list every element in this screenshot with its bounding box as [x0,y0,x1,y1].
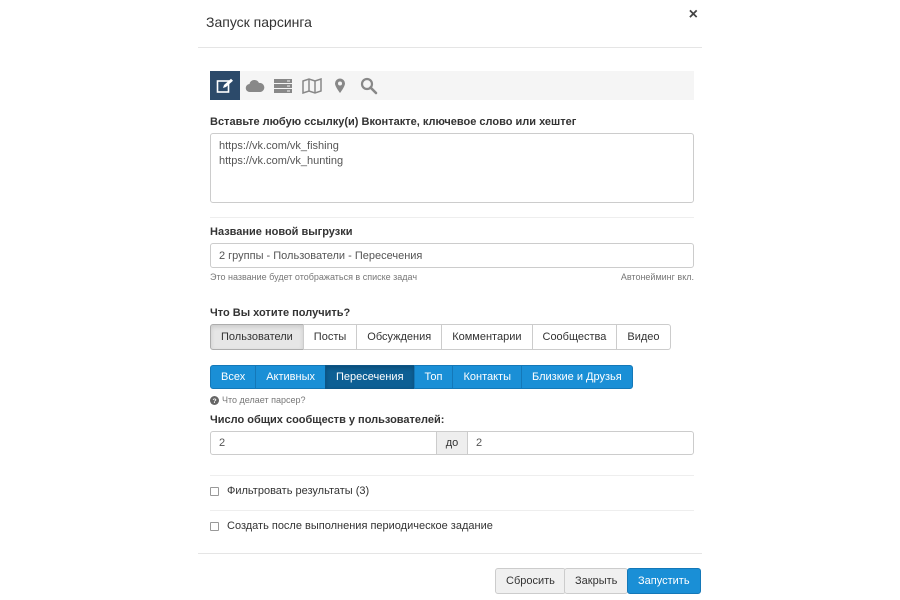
server-icon[interactable] [268,71,298,100]
close-button[interactable]: × [689,6,698,24]
export-name-hint: Это название будет отображаться в списке… [210,272,418,282]
range-separator: до [436,431,468,455]
mode-contacts[interactable]: Контакты [452,365,522,389]
parse-launch-modal: Запуск парсинга × Вставьте любую ссылку(… [198,0,702,600]
periodic-task-checkbox[interactable] [210,521,219,531]
periodic-task-label: Создать после выполнения периодическое з… [227,520,493,532]
content-type-group: Пользователи Посты Обсуждения Комментари… [210,324,671,350]
parser-mode-group: Всех Активных Пересечения Топ Контакты Б… [210,365,633,389]
common-groups-to-input[interactable] [467,431,694,455]
common-groups-label: Число общих сообществ у пользователей: [210,414,445,426]
start-button[interactable]: Запустить [627,568,701,594]
search-icon[interactable] [354,71,384,100]
autonaming-status: Автонейминг вкл. [620,272,694,282]
svg-text:?: ? [212,398,216,405]
divider [210,510,694,511]
reset-button[interactable]: Сбросить [495,568,566,594]
edit-icon[interactable] [210,71,240,100]
filter-results-row[interactable]: Фильтровать результаты (3) [210,485,369,497]
filter-results-label: Фильтровать результаты (3) [227,485,370,497]
mode-all[interactable]: Всех [210,365,257,389]
content-type-comments[interactable]: Комментарии [441,324,533,350]
links-label: Вставьте любую ссылку(и) Вконтакте, ключ… [210,116,577,128]
common-groups-from-input[interactable] [210,431,437,455]
filter-results-checkbox[interactable] [210,486,219,496]
content-type-users[interactable]: Пользователи [210,324,304,350]
modal-footer [198,553,702,554]
mode-intersections[interactable]: Пересечения [325,365,415,389]
cloud-icon[interactable] [240,71,270,100]
content-type-video[interactable]: Видео [616,324,671,350]
divider [210,217,694,218]
mode-active[interactable]: Активных [255,365,326,389]
modal-title: Запуск парсинга [206,14,312,30]
mode-close-friends[interactable]: Близкие и Друзья [521,365,633,389]
export-name-input[interactable] [210,243,694,268]
question-circle-icon: ? [210,395,219,405]
content-type-discussions[interactable]: Обсуждения [356,324,443,350]
parser-help-text: Что делает парсер? [222,395,306,405]
close-modal-button[interactable]: Закрыть [564,568,629,594]
parser-help-link[interactable]: ? Что делает парсер? [210,395,305,405]
links-textarea[interactable]: https://vk.com/vk_fishing https://vk.com… [210,133,694,203]
source-toolbar [210,71,694,100]
map-icon[interactable] [297,71,327,100]
content-type-communities[interactable]: Сообщества [531,324,618,350]
map-marker-icon[interactable] [325,71,355,100]
mode-top[interactable]: Топ [413,365,454,389]
export-name-label: Название новой выгрузки [210,226,353,238]
divider [210,475,694,476]
modal-header: Запуск парсинга × [198,0,702,48]
periodic-task-row[interactable]: Создать после выполнения периодическое з… [210,520,493,532]
what-to-get-label: Что Вы хотите получить? [210,307,351,319]
content-type-posts[interactable]: Посты [302,324,358,350]
